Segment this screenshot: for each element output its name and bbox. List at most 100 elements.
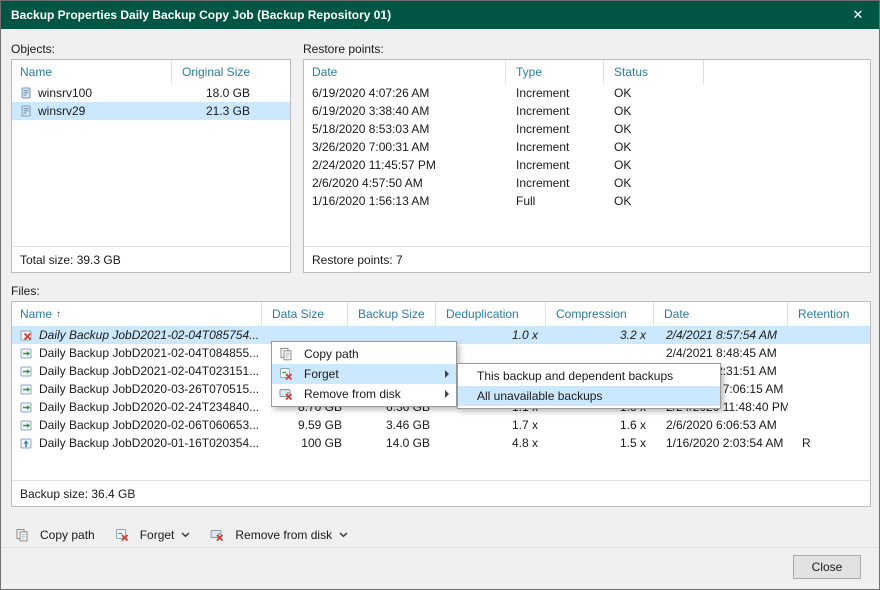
files-label: Files: <box>11 284 40 298</box>
rp-date-cell: 6/19/2020 4:07:26 AM <box>304 84 506 102</box>
restore-point-row[interactable]: 2/24/2020 11:45:57 PMIncrementOK <box>304 156 870 174</box>
rp-status-cell: OK <box>604 120 704 138</box>
file-retention-cell <box>788 344 870 362</box>
submenu-item-all-unavailable[interactable]: All unavailable backups <box>458 386 720 406</box>
rp-column-date[interactable]: Date <box>304 60 506 84</box>
rp-column-type[interactable]: Type <box>506 60 604 84</box>
restore-point-row[interactable]: 5/18/2020 8:53:03 AMIncrementOK <box>304 120 870 138</box>
object-row[interactable]: winsrv10018.0 GB <box>12 84 290 102</box>
rp-date-cell: 6/19/2020 3:38:40 AM <box>304 102 506 120</box>
chevron-down-icon[interactable] <box>181 532 190 538</box>
copy-path-icon <box>15 528 29 542</box>
file-name-cell: Daily Backup JobD2020-03-26T070515... <box>12 380 262 398</box>
toolbar-copy-path-label: Copy path <box>40 528 95 542</box>
toolbar-remove-from-disk-button[interactable]: Remove from disk <box>210 528 348 542</box>
menu-item-remove-from-disk[interactable]: Remove from disk <box>272 384 456 404</box>
rp-status-cell: OK <box>604 174 704 192</box>
menu-item-remove-from-disk-label: Remove from disk <box>297 387 441 401</box>
file-name-cell: Daily Backup JobD2021-02-04T023151... <box>12 362 262 380</box>
file-row[interactable]: Daily Backup JobD2020-01-16T020354...100… <box>12 434 870 452</box>
files-column-name[interactable]: Name ↑ <box>12 302 262 326</box>
rp-type-cell: Increment <box>506 120 604 138</box>
restore-point-row[interactable]: 1/16/2020 1:56:13 AMFullOK <box>304 192 870 210</box>
menu-item-forget-label: Forget <box>297 367 441 381</box>
submenu-item-this-backup-label: This backup and dependent backups <box>470 369 708 383</box>
objects-column-name[interactable]: Name <box>12 60 172 84</box>
files-backup-size: Backup size: 36.4 GB <box>12 480 870 506</box>
chevron-down-icon[interactable] <box>339 532 348 538</box>
file-data-size-cell: 100 GB <box>262 434 348 452</box>
files-toolbar: Copy path Forget Remove from disk <box>15 522 348 548</box>
file-name-cell: Daily Backup JobD2020-02-06T060653... <box>12 416 262 434</box>
objects-column-original-size[interactable]: Original Size <box>172 60 290 84</box>
file-retention-cell <box>788 380 870 398</box>
titlebar: Backup Properties Daily Backup Copy Job … <box>1 1 879 29</box>
restore-point-row[interactable]: 3/26/2020 7:00:31 AMIncrementOK <box>304 138 870 156</box>
file-date-cell: 2/4/2021 8:48:45 AM <box>654 344 788 362</box>
file-backup-size-cell: 3.46 GB <box>348 416 436 434</box>
file-increment-icon <box>20 365 34 378</box>
object-row[interactable]: winsrv2921.3 GB <box>12 102 290 120</box>
files-grid-header: Name ↑ Data Size Backup Size Deduplicati… <box>12 302 870 326</box>
remove-from-disk-icon <box>279 387 297 401</box>
rp-status-cell: OK <box>604 156 704 174</box>
restore-point-row[interactable]: 2/6/2020 4:57:50 AMIncrementOK <box>304 174 870 192</box>
file-increment-icon <box>20 401 34 414</box>
toolbar-forget-button[interactable]: Forget <box>115 528 191 542</box>
server-icon <box>20 87 33 100</box>
objects-grid-header: Name Original Size <box>12 60 290 84</box>
files-column-backup-size[interactable]: Backup Size <box>348 302 436 326</box>
objects-total-size: Total size: 39.3 GB <box>12 246 290 272</box>
menu-item-forget[interactable]: Forget <box>272 364 456 384</box>
file-retention-cell <box>788 362 870 380</box>
rp-column-filler <box>704 60 870 84</box>
menu-item-copy-path-label: Copy path <box>297 347 449 361</box>
rp-status-cell: OK <box>604 102 704 120</box>
rp-column-status[interactable]: Status <box>604 60 704 84</box>
file-dedup-cell: 4.8 x <box>436 434 546 452</box>
file-compression-cell: 3.2 x <box>546 326 654 344</box>
forget-icon <box>115 528 129 542</box>
file-dedup-cell: 1.7 x <box>436 416 546 434</box>
files-column-deduplication[interactable]: Deduplication <box>436 302 546 326</box>
submenu-item-this-backup[interactable]: This backup and dependent backups <box>458 366 720 386</box>
file-backup-size-cell: 14.0 GB <box>348 434 436 452</box>
rp-status-cell: OK <box>604 138 704 156</box>
rp-type-cell: Increment <box>506 156 604 174</box>
objects-rows: winsrv10018.0 GBwinsrv2921.3 GB <box>12 84 290 246</box>
menu-item-copy-path[interactable]: Copy path <box>272 344 456 364</box>
file-name-cell: Daily Backup JobD2021-02-04T085754... <box>12 326 262 344</box>
file-row[interactable]: Daily Backup JobD2020-02-06T060653...9.5… <box>12 416 870 434</box>
toolbar-copy-path-button[interactable]: Copy path <box>15 528 95 542</box>
file-name-cell: Daily Backup JobD2020-01-16T020354... <box>12 434 262 452</box>
forget-submenu: This backup and dependent backups All un… <box>457 363 721 409</box>
files-column-date[interactable]: Date <box>654 302 788 326</box>
toolbar-forget-label: Forget <box>140 528 175 542</box>
close-button[interactable]: Close <box>793 555 861 579</box>
objects-label: Objects: <box>11 42 55 56</box>
close-icon[interactable]: ✕ <box>847 8 869 23</box>
forget-icon <box>279 367 297 381</box>
object-size-cell: 21.3 GB <box>172 102 276 120</box>
restore-points-grid-header: Date Type Status <box>304 60 870 84</box>
window-title: Backup Properties Daily Backup Copy Job … <box>11 8 847 22</box>
object-name-cell: winsrv100 <box>12 84 172 102</box>
restore-points-count: Restore points: 7 <box>304 246 870 272</box>
sort-ascending-icon: ↑ <box>56 309 61 320</box>
submenu-arrow-icon <box>445 370 449 378</box>
objects-panel: Name Original Size winsrv10018.0 GBwinsr… <box>11 59 291 273</box>
rp-type-cell: Increment <box>506 102 604 120</box>
restore-point-row[interactable]: 6/19/2020 4:07:26 AMIncrementOK <box>304 84 870 102</box>
restore-point-row[interactable]: 6/19/2020 3:38:40 AMIncrementOK <box>304 102 870 120</box>
submenu-item-all-unavailable-label: All unavailable backups <box>470 389 708 403</box>
rp-type-cell: Full <box>506 192 604 210</box>
restore-points-label: Restore points: <box>303 42 384 56</box>
files-column-data-size[interactable]: Data Size <box>262 302 348 326</box>
rp-date-cell: 2/6/2020 4:57:50 AM <box>304 174 506 192</box>
file-data-size-cell: 9.59 GB <box>262 416 348 434</box>
file-date-cell: 2/6/2020 6:06:53 AM <box>654 416 788 434</box>
files-column-compression[interactable]: Compression <box>546 302 654 326</box>
file-retention-cell <box>788 416 870 434</box>
files-column-retention[interactable]: Retention <box>788 302 870 326</box>
context-menu: Copy path Forget Remove from disk <box>271 341 457 407</box>
